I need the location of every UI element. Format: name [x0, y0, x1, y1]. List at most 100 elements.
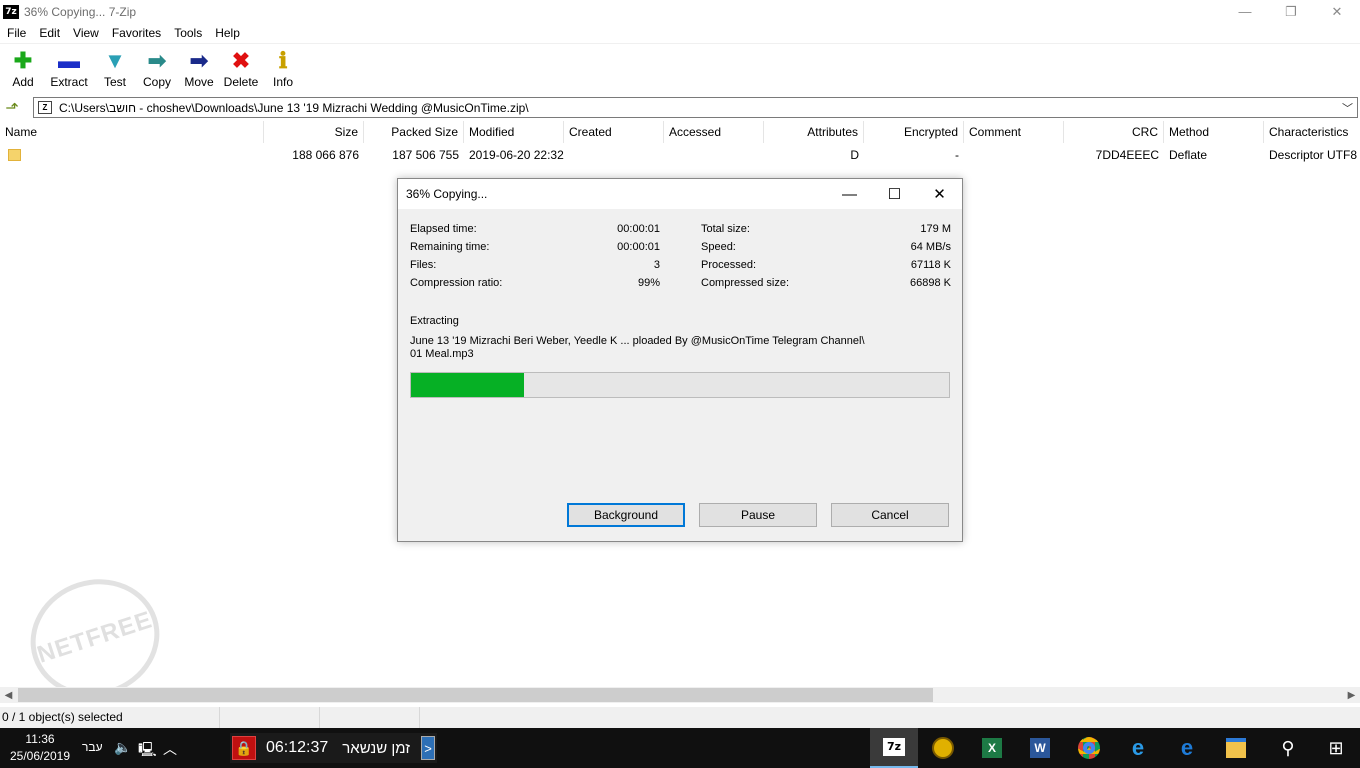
folder-icon	[1226, 738, 1246, 758]
background-button[interactable]: Background	[567, 503, 685, 527]
language-indicator[interactable]: עבר	[82, 740, 103, 754]
internet-explorer-icon: e	[1131, 735, 1145, 760]
column-method[interactable]: Method	[1164, 120, 1264, 143]
title-bar: 7z 36% Copying... 7-Zip — ❐ ✕	[0, 0, 1360, 23]
dialog-title: 36% Copying...	[406, 187, 488, 201]
chevron-up-icon[interactable]: ︿	[163, 739, 177, 759]
excel-icon: X	[982, 738, 1002, 758]
scroll-right-icon[interactable]: ▶	[1343, 687, 1360, 703]
remaining-value: 00:00:01	[617, 241, 660, 253]
dialog-maximize-button[interactable]: ☐	[872, 179, 917, 209]
extract-button[interactable]: ▬ Extract	[44, 44, 94, 95]
move-arrow-icon: ➡	[189, 48, 209, 73]
current-file-path-line2: 01 Meal.mp3	[410, 348, 474, 360]
dialog-title-bar: 36% Copying... — ☐ ✕	[398, 179, 962, 209]
column-encrypted[interactable]: Encrypted	[864, 120, 964, 143]
horizontal-scrollbar[interactable]: ◀ ▶	[0, 687, 1360, 703]
taskbar-7zip[interactable]: 7z	[870, 728, 918, 768]
ratio-value: 99%	[637, 277, 660, 289]
action-label: Extracting	[410, 315, 459, 327]
column-attributes[interactable]: Attributes	[764, 120, 864, 143]
ratio-label: Compression ratio:	[410, 277, 503, 289]
taskbar-file-explorer[interactable]	[1212, 728, 1260, 768]
7zip-icon: 7z	[883, 738, 905, 756]
column-created[interactable]: Created	[564, 120, 664, 143]
close-button[interactable]: ✕	[1314, 0, 1360, 23]
status-cell-2	[220, 707, 320, 728]
dialog-close-button[interactable]: ✕	[917, 179, 962, 209]
volume-icon[interactable]: 🔈	[114, 739, 131, 756]
up-folder-button[interactable]: ⬏	[0, 97, 24, 119]
column-packed-size[interactable]: Packed Size	[364, 120, 464, 143]
taskbar-netfree[interactable]	[919, 728, 967, 768]
start-button[interactable]: ⊞	[1312, 728, 1360, 768]
archive-icon: Z	[38, 101, 52, 114]
total-size-value: 179 M	[920, 223, 951, 235]
address-field[interactable]: Z C:\Users\חושב - choshev\Downloads\June…	[33, 97, 1358, 118]
menu-help[interactable]: Help	[209, 26, 246, 40]
lock-icon: 🔒	[232, 736, 256, 760]
delete-button[interactable]: ✖ Delete	[220, 44, 262, 95]
restore-button[interactable]: ❐	[1268, 0, 1314, 23]
taskbar-excel[interactable]: X	[968, 728, 1016, 768]
table-row[interactable]: 188 066 876 187 506 755 2019-06-20 22:32…	[0, 144, 1360, 165]
word-icon: W	[1030, 738, 1050, 758]
elapsed-label: Elapsed time:	[410, 223, 477, 235]
column-modified[interactable]: Modified	[464, 120, 564, 143]
timer-expand-button[interactable]: >	[421, 736, 435, 760]
netfree-icon	[932, 737, 954, 759]
column-crc[interactable]: CRC	[1064, 120, 1164, 143]
cell-attributes: D	[850, 147, 859, 162]
cell-crc: 7DD4EEEC	[1095, 147, 1159, 162]
add-button[interactable]: ✚ Add	[2, 44, 44, 95]
window-title: 36% Copying... 7-Zip	[24, 4, 137, 19]
progress-bar	[410, 372, 950, 398]
menu-favorites[interactable]: Favorites	[106, 26, 167, 40]
taskbar-edge[interactable]: e	[1163, 728, 1211, 768]
cancel-button[interactable]: Cancel	[831, 503, 949, 527]
info-button[interactable]: ℹ Info	[262, 44, 304, 95]
move-button[interactable]: ➡ Move	[178, 44, 220, 95]
info-label: Info	[272, 75, 293, 89]
column-comment[interactable]: Comment	[964, 120, 1064, 143]
cell-created	[564, 144, 664, 166]
scrollbar-thumb[interactable]	[18, 688, 933, 702]
menu-edit[interactable]: Edit	[33, 26, 66, 40]
cell-modified: 2019-06-20 22:32	[469, 147, 564, 162]
processed-label: Processed:	[701, 259, 757, 271]
menu-bar: File Edit View Favorites Tools Help	[0, 23, 1360, 43]
taskbar-word[interactable]: W	[1016, 728, 1064, 768]
total-size-label: Total size:	[701, 223, 750, 235]
chevron-down-icon[interactable]: ﹀	[1342, 100, 1353, 116]
network-icon[interactable]: 🖳	[138, 739, 157, 763]
files-value: 3	[653, 259, 660, 271]
chrome-icon	[1078, 737, 1100, 759]
cell-packed-size: 187 506 755	[392, 147, 459, 162]
taskbar-chrome[interactable]	[1065, 728, 1113, 768]
menu-view[interactable]: View	[67, 26, 105, 40]
column-name[interactable]: Name	[0, 120, 264, 143]
up-arrow-icon: ⬏	[5, 99, 19, 117]
menu-tools[interactable]: Tools	[168, 26, 208, 40]
speed-value: 64 MB/s	[910, 241, 951, 253]
menu-file[interactable]: File	[0, 26, 32, 40]
copy-button[interactable]: ➡ Copy	[136, 44, 178, 95]
taskbar-clock[interactable]: 11:36 25/06/2019	[8, 731, 72, 765]
status-bar: 0 / 1 object(s) selected	[0, 707, 1360, 728]
search-icon: ⚲	[1281, 737, 1295, 758]
dialog-minimize-button[interactable]: —	[827, 179, 872, 209]
speed-label: Speed:	[701, 241, 736, 253]
column-characteristics[interactable]: Characteristics	[1264, 121, 1360, 143]
toolbar: ✚ Add ▬ Extract ▼ Test ➡ Copy ➡ Move ✖ Delete ℹ Info	[0, 43, 1360, 95]
minimize-button[interactable]: —	[1222, 0, 1268, 23]
taskbar-search[interactable]: ⚲	[1264, 728, 1312, 768]
cell-size: 188 066 876	[292, 147, 359, 162]
scroll-left-icon[interactable]: ◀	[0, 687, 17, 703]
column-accessed[interactable]: Accessed	[664, 120, 764, 143]
taskbar-internet-explorer[interactable]: e	[1114, 728, 1162, 768]
progress-bar-fill	[411, 373, 524, 397]
column-size[interactable]: Size	[264, 120, 364, 143]
test-button[interactable]: ▼ Test	[94, 44, 136, 95]
folder-icon	[8, 149, 21, 162]
pause-button[interactable]: Pause	[699, 503, 817, 527]
